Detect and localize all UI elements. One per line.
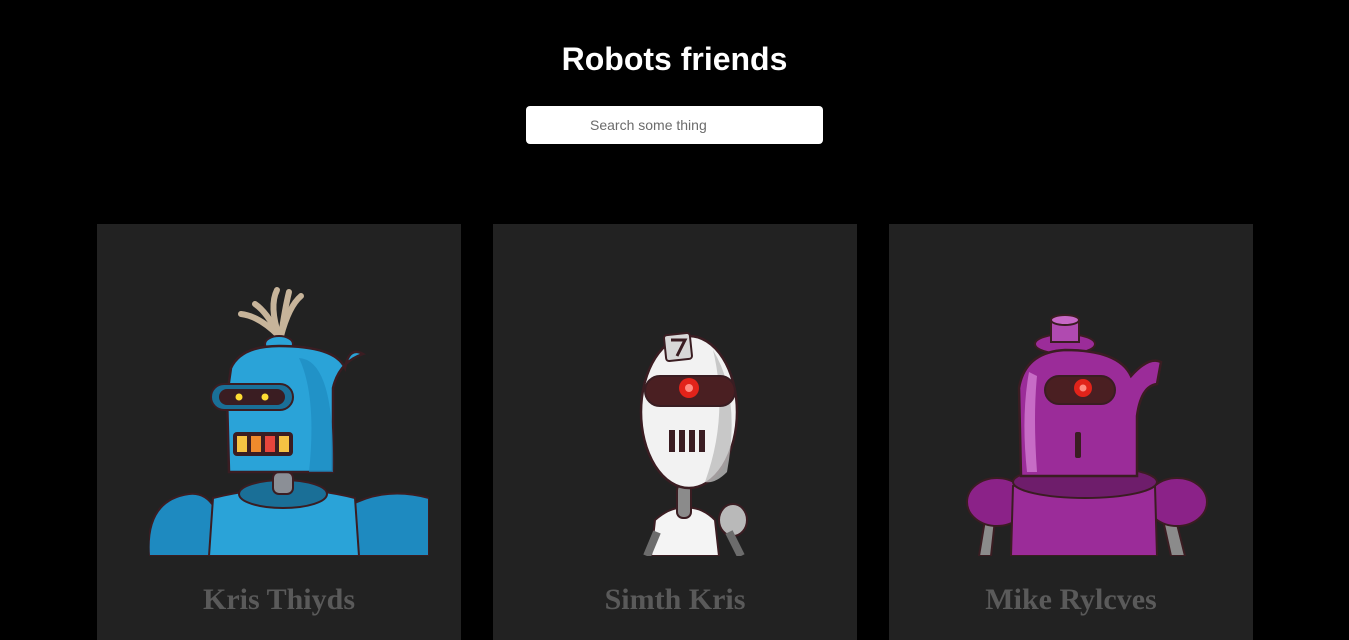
robot-card[interactable]: Simth Kris xyxy=(493,224,857,640)
search-input[interactable] xyxy=(526,106,823,144)
robot-card[interactable]: Kris Thiyds xyxy=(97,224,461,640)
robot-name: Simth Kris xyxy=(604,583,746,616)
robot-name: Mike Rylcves xyxy=(985,583,1157,616)
page-title: Robots friends xyxy=(561,41,788,78)
robot-name: Kris Thiyds xyxy=(202,583,355,616)
white-robot-avatar xyxy=(639,332,748,556)
robot-card[interactable]: Mike Rylcves xyxy=(889,224,1253,640)
purple-robot-avatar xyxy=(966,314,1208,556)
robot-card-list: Kris Thiyds Simth Kris Mike Rylcves xyxy=(97,224,1253,640)
blue-robot-avatar xyxy=(149,287,429,556)
